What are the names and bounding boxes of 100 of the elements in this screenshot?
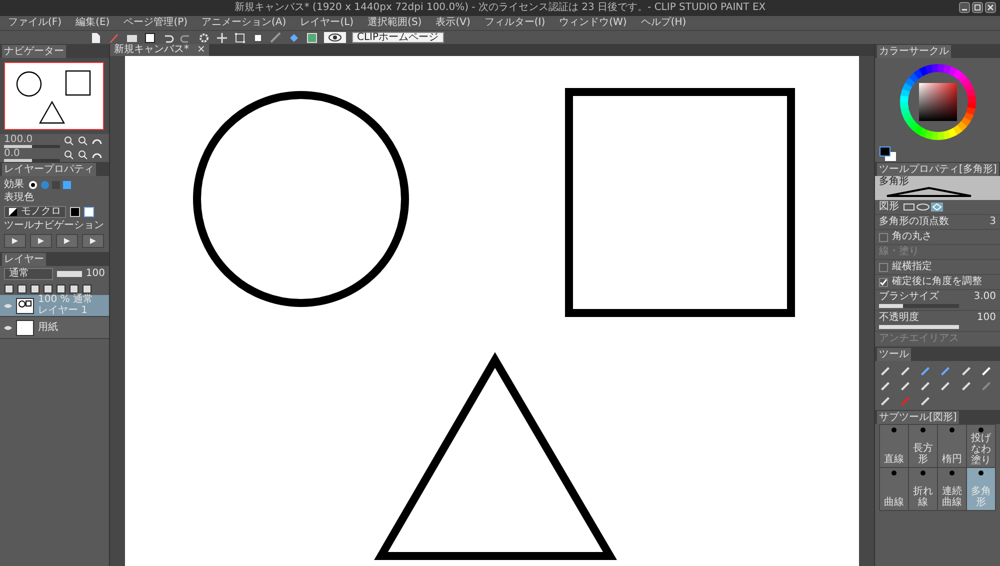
opacity-slider[interactable]	[57, 271, 82, 277]
checkbox[interactable]	[879, 232, 888, 242]
subtool-label: 長方形	[912, 443, 934, 465]
subtool-item[interactable]: 楕円	[938, 425, 966, 467]
new-layer-icon[interactable]	[4, 284, 14, 294]
zoom-out-icon[interactable]	[78, 136, 88, 146]
subtool-item[interactable]: 曲線	[880, 468, 908, 510]
setting-value[interactable]: 3	[990, 217, 996, 227]
setting-label: 縦横指定	[892, 262, 932, 272]
slider-value: 0.0	[4, 148, 21, 158]
menu-item[interactable]: 編集(E)	[76, 18, 110, 28]
subtool-item[interactable]: 連続曲線	[938, 468, 966, 510]
menu-item[interactable]: 表示(V)	[436, 18, 470, 28]
menu-item[interactable]: ヘルプ(H)	[640, 18, 686, 28]
color-circle-tab[interactable]: カラーサークル	[877, 45, 951, 58]
zoom-in-icon[interactable]	[64, 136, 74, 146]
tool-icon[interactable]	[939, 380, 950, 391]
dot-icon	[920, 427, 926, 433]
layer-info: 100 % 通常	[38, 295, 93, 305]
color-wheel[interactable]	[898, 62, 978, 142]
menu-item[interactable]: レイヤー(L)	[300, 18, 354, 28]
setting-label: 角の丸さ	[892, 232, 932, 242]
eye-icon[interactable]	[328, 33, 342, 42]
setting-label: ブラシサイズ	[879, 292, 939, 302]
tool-navigation-button[interactable]	[56, 234, 78, 248]
color-mode-select[interactable]: モノクロ	[4, 206, 66, 218]
menu-item[interactable]: アニメーション(A)	[202, 18, 286, 28]
mono-icon	[9, 208, 17, 216]
checkbox[interactable]	[879, 262, 888, 272]
save-icon[interactable]	[144, 32, 156, 44]
tool-icon[interactable]	[919, 365, 930, 376]
setting-label: 不透明度	[879, 313, 919, 323]
blend-mode-select[interactable]: 通常	[4, 268, 54, 280]
document-tab[interactable]: 新規キャンバス* ×	[110, 44, 210, 56]
layer-tab[interactable]: レイヤー	[2, 253, 46, 266]
effect-icons[interactable]	[28, 180, 72, 190]
subtool-item[interactable]: 投げなわ塗り	[967, 425, 995, 467]
minimize-icon[interactable]	[959, 2, 970, 13]
close-icon[interactable]	[985, 2, 996, 13]
subtool-tab[interactable]: サブツール[図形]	[877, 411, 959, 424]
maximize-icon[interactable]	[972, 2, 983, 13]
tool-icon[interactable]	[879, 395, 890, 406]
setting-value[interactable]: 3.00	[974, 292, 996, 302]
menu-item[interactable]: フィルター(I)	[484, 18, 546, 28]
tool-navigation-button[interactable]	[4, 234, 26, 248]
zoom-out-icon[interactable]	[78, 150, 88, 160]
menu-item[interactable]: 選択範囲(S)	[368, 18, 422, 28]
tool-icon[interactable]	[919, 395, 930, 406]
tool-icon[interactable]	[919, 380, 930, 391]
tool-icon[interactable]	[899, 380, 910, 391]
color-swatches-icon[interactable]	[879, 146, 897, 162]
tool-navigation-button[interactable]	[82, 234, 104, 248]
navigator-tab[interactable]: ナビゲーター	[2, 45, 66, 58]
slider-fill[interactable]	[879, 325, 959, 329]
subtool-label: 曲線	[883, 497, 905, 508]
color-swatch[interactable]	[84, 207, 94, 217]
preset-name: 多角形	[879, 176, 910, 187]
tool-icon[interactable]	[899, 365, 910, 376]
tool-property-tab[interactable]: ツールプロパティ[多角形]	[877, 163, 999, 176]
tool-navigation-label: ツールナビゲーション	[4, 221, 105, 231]
setting-value[interactable]: 100	[976, 313, 996, 323]
layer-name: レイヤー 1	[38, 306, 89, 316]
move-icon[interactable]	[216, 32, 228, 44]
tool-icon[interactable]	[960, 365, 971, 376]
zoom-in-icon[interactable]	[64, 150, 74, 160]
homepage-button[interactable]: CLIPホームページ	[352, 32, 444, 43]
layer-row[interactable]: 用紙	[0, 317, 109, 339]
rotate-slider[interactable]	[4, 158, 32, 162]
ruler-icon[interactable]	[270, 32, 282, 44]
tab-close-button[interactable]: ×	[197, 45, 206, 55]
subtool-label: 直線	[883, 454, 905, 465]
transform-icon[interactable]	[234, 32, 246, 44]
frame-icon[interactable]	[306, 32, 318, 44]
menu-item[interactable]: ページ管理(P)	[124, 18, 188, 28]
dot-icon	[949, 470, 955, 476]
window-title: 新規キャンバス* (1920 x 1440px 72dpi 100.0%) - 次のライセンス認証は 23 日後です。- CLIP STUDIO PAINT EX	[234, 3, 766, 13]
subtool-item[interactable]: 直線	[880, 425, 908, 467]
menu-item[interactable]: ウィンドウ(W)	[559, 18, 627, 28]
subtool-label: 折れ線	[912, 486, 934, 508]
layer-thumbnail	[16, 298, 34, 314]
tool-icon[interactable]	[879, 380, 890, 391]
document-tab-label[interactable]: 新規キャンバス*	[114, 45, 189, 55]
zoom-slider[interactable]	[4, 144, 32, 148]
subtool-label: 投げなわ塗り	[970, 433, 992, 466]
slider-fill[interactable]	[879, 304, 903, 308]
tool-icon[interactable]	[879, 365, 890, 376]
tool-navigation-button[interactable]	[30, 234, 52, 248]
tool-icon[interactable]	[980, 365, 991, 376]
menu-item[interactable]: ファイル(F)	[8, 18, 62, 28]
checkbox[interactable]	[879, 278, 888, 286]
tool-tab[interactable]: ツール	[877, 348, 911, 361]
opacity-value: 100	[86, 269, 105, 279]
shape-type-icons[interactable]	[903, 202, 945, 212]
layer-property-tab[interactable]: レイヤープロパティ	[2, 163, 96, 176]
subtool-item[interactable]: 折れ線	[909, 468, 937, 510]
subtool-item[interactable]: 長方形	[909, 425, 937, 467]
slider-value: 100.0	[4, 134, 34, 144]
color-swatch[interactable]	[70, 207, 80, 217]
tool-icon[interactable]	[960, 380, 971, 391]
tool-icon[interactable]	[939, 365, 950, 376]
